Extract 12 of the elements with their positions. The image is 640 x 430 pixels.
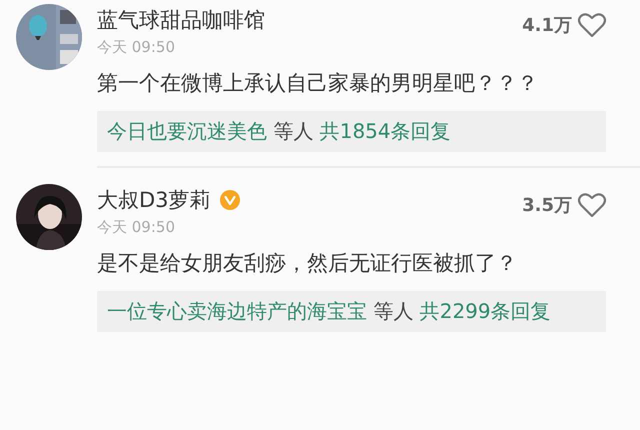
like-count: 3.5万 (522, 194, 572, 217)
comment-text: 第一个在微博上承认自己家暴的男明星吧？？？ (97, 70, 539, 97)
username[interactable]: 蓝气球甜品咖啡馆 (97, 4, 265, 36)
timestamp: 今天 09:50 (97, 217, 176, 238)
reply-summary[interactable]: 今日也要沉迷美色 等人 共1854条回复 (97, 111, 606, 152)
like-count: 4.1万 (522, 14, 572, 37)
heart-icon[interactable] (578, 12, 606, 38)
username[interactable]: 大叔D3萝莉 (97, 184, 211, 216)
reply-summary[interactable]: 一位专心卖海边特产的海宝宝 等人 共2299条回复 (97, 291, 606, 332)
comment-text: 是不是给女朋友刮痧，然后无证行医被抓了？ (97, 250, 518, 277)
timestamp: 今天 09:50 (97, 37, 176, 58)
heart-icon[interactable] (578, 192, 606, 218)
